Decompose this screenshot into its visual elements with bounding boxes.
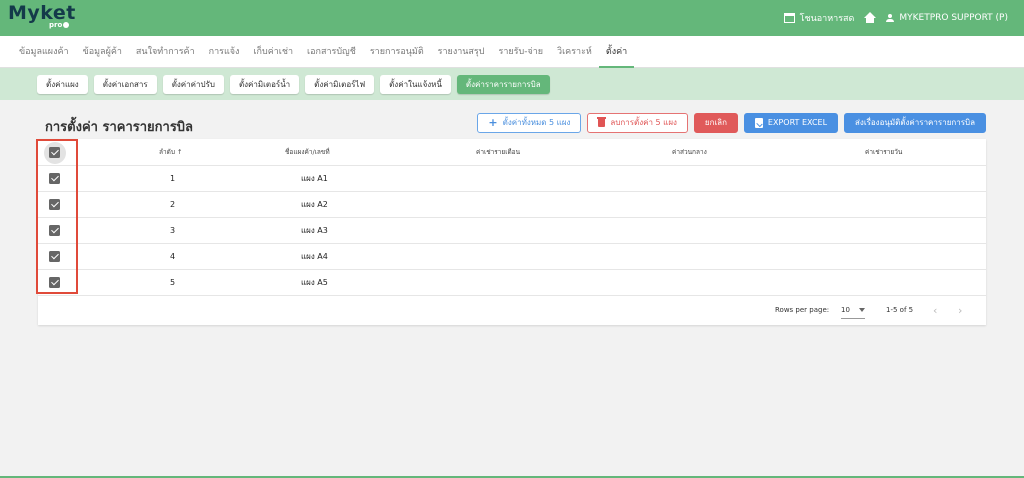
- rows-per-page-label: Rows per page:: [775, 306, 830, 314]
- store-name: โชนอาหารสด: [799, 14, 855, 24]
- row-order: 3: [170, 226, 176, 235]
- submit-approval-button[interactable]: ส่งเรื่องอนุมัติตั้งค่าราคารายการบิล: [844, 113, 986, 133]
- sub-tab-invoice[interactable]: ตั้งค่าในแจ้งหนี้: [380, 74, 451, 94]
- checkbox-column-highlight: [36, 139, 78, 294]
- header-stall: ชื่อแผงค้า/เลขที่: [285, 148, 330, 156]
- set-all-button[interactable]: + ตั้งค่าทั้งหมด 5 แผง: [477, 113, 582, 133]
- rows-per-page-select[interactable]: 10: [841, 303, 865, 319]
- sub-tab-electric-meter[interactable]: ตั้งค่ามิเตอร์ไฟ: [305, 74, 375, 94]
- table-row[interactable]: 4 แผง A4: [38, 244, 986, 270]
- sub-tab-fines[interactable]: ตั้งค่าค่าปรับ: [162, 74, 224, 94]
- row-stall: แผง A2: [301, 200, 328, 209]
- file-icon: [754, 118, 763, 128]
- table-row[interactable]: 5 แผง A5: [38, 270, 986, 296]
- caret-down-icon: [859, 308, 865, 312]
- header-daily-rent: ค่าเช่ารายวัน: [865, 148, 903, 156]
- row-order: 2: [170, 200, 176, 209]
- row-stall: แผง A4: [301, 252, 328, 261]
- user-menu[interactable]: MYKETPRO SUPPORT (P): [886, 13, 1008, 23]
- row-stall: แผง A5: [301, 278, 328, 287]
- main-nav: ข้อมูลแผงค้า ข้อมูลผู้ค้า สนใจทำการค้า ก…: [0, 36, 1024, 68]
- delete-settings-button[interactable]: ลบการตั้งค่า 5 แผง: [587, 113, 688, 133]
- row-stall: แผง A3: [301, 226, 328, 235]
- home-button[interactable]: [864, 12, 877, 23]
- main-tab-rent[interactable]: เก็บค่าเช่า: [246, 36, 300, 68]
- header-order[interactable]: ลำดับ ↑: [159, 139, 183, 166]
- main-tab-analysis[interactable]: วิเคราะห์: [550, 36, 599, 68]
- row-order: 4: [170, 252, 176, 261]
- bill-price-table: ลำดับ ↑ ชื่อแผงค้า/เลขที่ ค่าเช่ารายเดือ…: [38, 139, 986, 325]
- sub-tab-stall[interactable]: ตั้งค่าแผง: [37, 74, 88, 94]
- sub-tab-documents[interactable]: ตั้งค่าเอกสาร: [93, 74, 157, 94]
- main-tab-stall-info[interactable]: ข้อมูลแผงค้า: [12, 36, 76, 68]
- table-pagination: Rows per page: 10 1-5 of 5 ‹ ›: [38, 296, 986, 325]
- header-monthly-rent: ค่าเช่ารายเดือน: [476, 148, 521, 156]
- row-stall: แผง A1: [301, 174, 328, 183]
- export-excel-button[interactable]: EXPORT EXCEL: [743, 113, 839, 133]
- page-title: การตั้งค่า ราคารายการบิล: [45, 120, 194, 135]
- main-tab-accounting[interactable]: เอกสารบัญชี: [300, 36, 363, 68]
- top-bar: Myket pro โชนอาหารสด MYKETPRO SUPPORT (P…: [0, 0, 1024, 36]
- main-tab-income-expense[interactable]: รายรับ-จ่าย: [491, 36, 550, 68]
- sub-tab-water-meter[interactable]: ตั้งค่ามิเตอร์น้ำ: [229, 74, 300, 94]
- main-tab-reports[interactable]: รายงานสรุป: [431, 36, 492, 68]
- settings-sub-nav: ตั้งค่าแผง ตั้งค่าเอกสาร ตั้งค่าค่าปรับ …: [0, 68, 1024, 100]
- table-row[interactable]: 1 แผง A1: [38, 166, 986, 192]
- table-header: ลำดับ ↑ ชื่อแผงค้า/เลขที่ ค่าเช่ารายเดือ…: [38, 139, 986, 166]
- store-icon: [783, 13, 795, 23]
- pagination-range: 1-5 of 5: [886, 306, 914, 314]
- plus-icon: +: [488, 116, 498, 129]
- main-tab-notify[interactable]: การแจ้ง: [202, 36, 247, 68]
- rows-per-page-value: 10: [841, 306, 850, 314]
- row-order: 1: [170, 174, 176, 183]
- logo-sub-text: pro: [49, 21, 63, 29]
- table-row[interactable]: 2 แผง A2: [38, 192, 986, 218]
- delete-settings-label: ลบการตั้งค่า 5 แผง: [610, 118, 677, 127]
- table-row[interactable]: 3 แผง A3: [38, 218, 986, 244]
- cancel-button[interactable]: ยกเลิก: [693, 113, 738, 133]
- sub-tab-bill-price[interactable]: ตั้งค่าราคารายการบิล: [456, 74, 550, 94]
- main-tab-settings[interactable]: ตั้งค่า: [598, 36, 635, 68]
- store-selector[interactable]: โชนอาหารสด: [783, 11, 855, 25]
- main-tab-interested[interactable]: สนใจทำการค้า: [129, 36, 202, 68]
- main-tab-vendor-info[interactable]: ข้อมูลผู้ค้า: [76, 36, 129, 68]
- prev-page-button[interactable]: ‹: [933, 296, 937, 325]
- user-icon: [886, 14, 895, 22]
- app-logo-sub: pro: [49, 21, 70, 29]
- row-order: 5: [170, 278, 176, 287]
- logo-dot-icon: [63, 22, 70, 28]
- main-tab-approvals[interactable]: รายการอนุมัติ: [363, 36, 431, 68]
- export-excel-label: EXPORT EXCEL: [767, 118, 828, 127]
- user-name: MYKETPRO SUPPORT (P): [899, 13, 1008, 23]
- next-page-button[interactable]: ›: [958, 296, 962, 325]
- set-all-label: ตั้งค่าทั้งหมด 5 แผง: [502, 118, 571, 127]
- top-right-menu: โชนอาหารสด MYKETPRO SUPPORT (P): [783, 0, 1008, 36]
- header-common-fee: ค่าส่วนกลาง: [672, 148, 707, 156]
- action-bar: + ตั้งค่าทั้งหมด 5 แผง ลบการตั้งค่า 5 แผ…: [477, 113, 986, 133]
- trash-icon: [597, 117, 607, 127]
- home-icon: [864, 12, 877, 23]
